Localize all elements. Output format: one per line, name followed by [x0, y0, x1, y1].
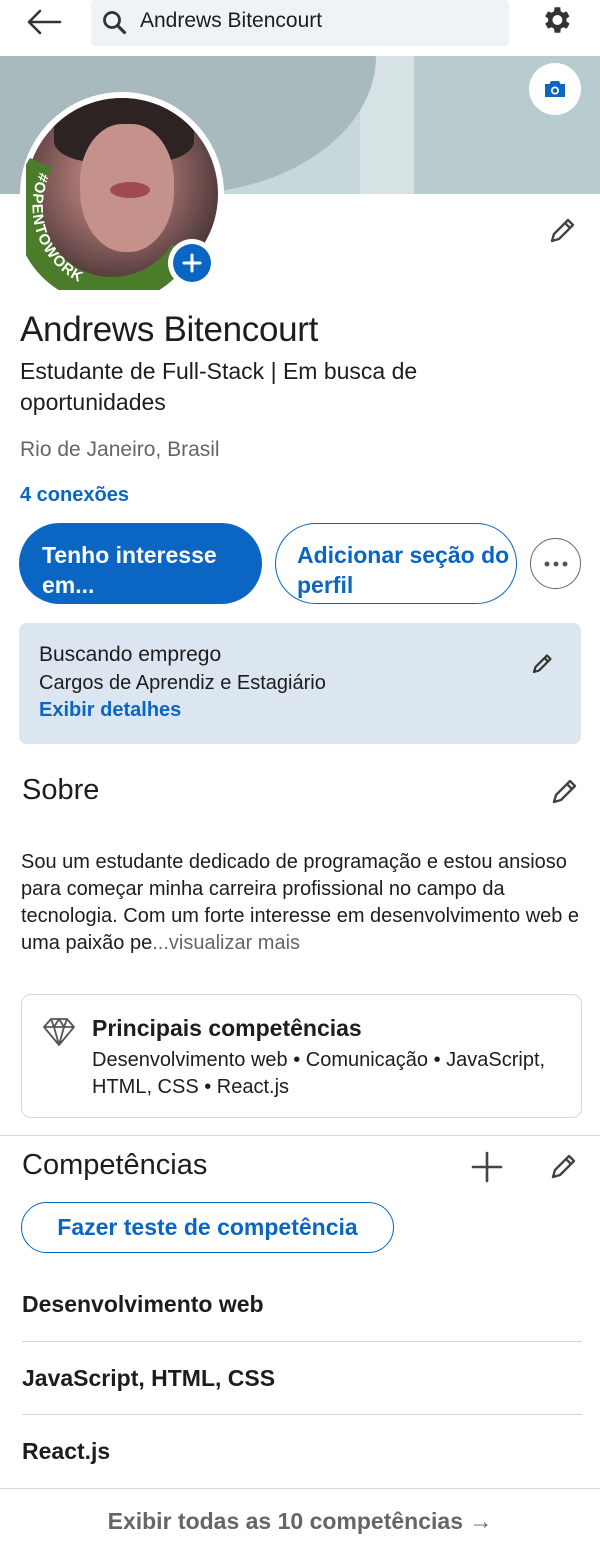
skill-item-1[interactable]: JavaScript, HTML, CSS [22, 1365, 582, 1392]
skill-item-2[interactable]: React.js [22, 1438, 582, 1465]
diamond-icon [43, 1018, 75, 1046]
skills-title: Competências [22, 1149, 208, 1181]
add-profile-section-button[interactable]: Adicionar seção do perfil [275, 523, 517, 604]
connections-link[interactable]: 4 conexões [20, 484, 129, 507]
skill-item-0[interactable]: Desenvolvimento web [22, 1291, 582, 1318]
top-skills-card[interactable]: Principais competências Desenvolvimento … [21, 994, 582, 1118]
profile-headline: Estudante de Full-Stack | Em busca de op… [20, 358, 418, 415]
skill-divider [0, 1488, 600, 1489]
pencil-icon [551, 1154, 576, 1179]
top-bar [0, 0, 600, 56]
skill-divider [22, 1341, 582, 1342]
gear-icon [545, 7, 570, 33]
edit-intro-button[interactable] [538, 207, 586, 255]
pencil-icon [550, 218, 575, 243]
back-button[interactable] [22, 2, 66, 42]
about-body: Sou um estudante dedicado de programação… [21, 851, 580, 954]
open-to-work-card: Buscando emprego Cargos de Aprendiz e Es… [19, 623, 581, 744]
profile-name: Andrews Bitencourt [20, 310, 319, 349]
section-divider [0, 1135, 600, 1136]
see-more-link[interactable]: ...visualizar mais [152, 932, 300, 954]
otw-roles: Cargos de Aprendiz e Estagiário [39, 672, 326, 694]
more-button[interactable] [530, 538, 581, 589]
pencil-icon [552, 779, 577, 804]
otw-edit-button[interactable] [525, 645, 561, 681]
search-bar[interactable] [91, 0, 509, 46]
plus-icon [182, 253, 202, 273]
about-text: Sou um estudante dedicado de programação… [21, 849, 587, 957]
arrow-left-icon [27, 9, 62, 35]
about-edit-button[interactable] [540, 768, 588, 816]
skill-assessment-button[interactable]: Fazer teste de competência [21, 1202, 394, 1253]
edit-banner-button[interactable] [529, 63, 581, 115]
interested-in-button[interactable]: Tenho interesse em... [19, 523, 262, 604]
search-icon [103, 11, 127, 35]
edit-skills-button[interactable] [540, 1144, 586, 1190]
search-input[interactable] [140, 0, 490, 42]
top-skills-list: Desenvolvimento web • Comunicação • Java… [92, 1049, 546, 1098]
otw-details-link[interactable]: Exibir detalhes [39, 699, 181, 722]
add-skill-button[interactable] [464, 1144, 510, 1190]
top-skills-title: Principais competências [92, 1015, 362, 1041]
skill-divider [22, 1414, 582, 1415]
add-photo-button[interactable] [168, 239, 216, 287]
plus-icon [471, 1151, 503, 1183]
profile-location: Rio de Janeiro, Brasil [20, 438, 220, 461]
otw-title: Buscando emprego [39, 643, 222, 666]
show-all-skills-link[interactable]: Exibir todas as 10 competências → [0, 1508, 600, 1535]
pencil-icon [532, 654, 552, 674]
about-title: Sobre [22, 774, 100, 806]
more-dots-icon [544, 561, 567, 566]
settings-button[interactable] [534, 0, 578, 40]
camera-icon [545, 81, 565, 97]
